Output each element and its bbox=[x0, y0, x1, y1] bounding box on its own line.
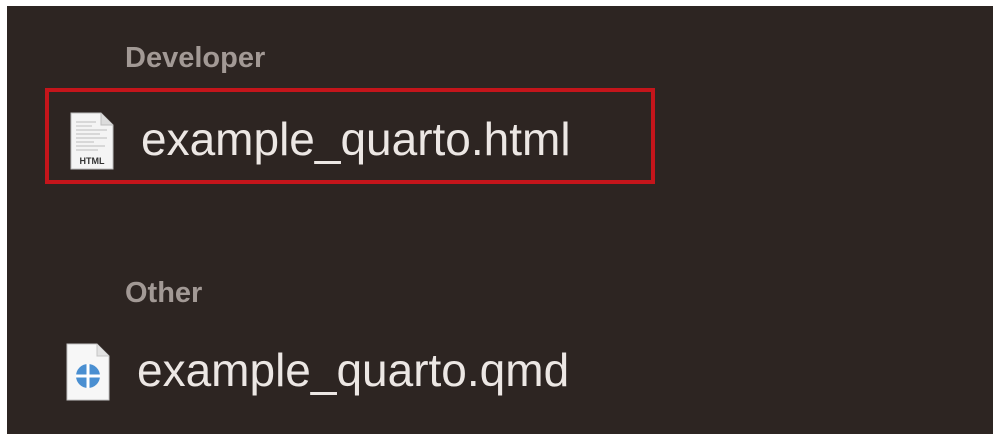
file-item-example-quarto-html[interactable]: HTML example_quarto.html bbox=[45, 88, 655, 184]
file-name-label: example_quarto.qmd bbox=[137, 344, 570, 396]
section-header-developer: Developer bbox=[125, 42, 266, 74]
file-name-label: example_quarto.html bbox=[141, 113, 571, 165]
file-item-example-quarto-qmd[interactable]: example_quarto.qmd bbox=[45, 323, 655, 419]
quarto-document-icon bbox=[66, 343, 110, 401]
file-list-panel: Developer HTML example_quarto.html Other bbox=[7, 6, 993, 434]
html-document-icon: HTML bbox=[70, 112, 114, 170]
html-icon-label: HTML bbox=[80, 156, 105, 166]
section-header-other: Other bbox=[125, 277, 203, 309]
